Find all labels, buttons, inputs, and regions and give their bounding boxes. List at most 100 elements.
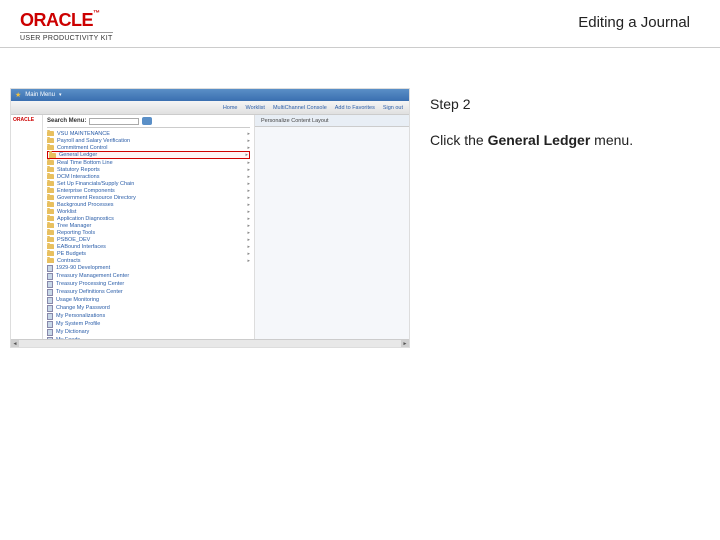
menu-item[interactable]: Real Time Bottom Line▸ <box>47 159 250 166</box>
menu-item[interactable]: DCM Interactions ▸ <box>47 173 250 180</box>
personalize-bar[interactable]: Personalize Content Layout <box>255 115 409 127</box>
menu-item-label: PSBOE_DEV <box>57 237 90 243</box>
nav-home[interactable]: Home <box>223 105 238 111</box>
menu-item-label: Change My Password <box>56 305 110 311</box>
chevron-right-icon: ▸ <box>247 174 250 180</box>
folder-icon <box>47 195 54 200</box>
menu-item[interactable]: Usage Monitoring <box>47 296 250 304</box>
chevron-right-icon: ▸ <box>247 188 250 194</box>
menu-item-label: Treasury Definitions Center <box>56 289 123 295</box>
menu-item[interactable]: Contracts▸ <box>47 257 250 264</box>
menu-item[interactable]: 1929-90 Development <box>47 264 250 272</box>
menu-item-label: VSU MAINTENANCE <box>57 131 110 137</box>
folder-icon <box>47 174 54 179</box>
menu-item[interactable]: Commitment Control▸ <box>47 144 250 151</box>
menu-item-label: My Dictionary <box>56 329 89 335</box>
page-icon <box>47 305 53 312</box>
chevron-right-icon: ▸ <box>247 167 250 173</box>
page-title: Editing a Journal <box>578 14 690 31</box>
chevron-right-icon: ▸ <box>247 258 250 264</box>
page-icon <box>47 329 53 336</box>
ss-menu-panel: Search Menu: VSU MAINTENANCE▸Payroll and… <box>43 115 254 347</box>
menu-item-label: DCM Interactions <box>57 174 100 180</box>
menu-item[interactable]: My Personalizations <box>47 312 250 320</box>
nav-favorites[interactable]: Add to Favorites <box>335 105 375 111</box>
folder-icon <box>47 131 54 136</box>
ss-right-panel: Personalize Content Layout <box>254 115 409 347</box>
menu-item[interactable]: PE Budgets▸ <box>47 250 250 257</box>
menu-item[interactable]: My System Profile <box>47 320 250 328</box>
ss-logo-strip: ORACLE <box>11 115 43 347</box>
instruction-bold: General Ledger <box>488 132 591 148</box>
menu-item-label: My Personalizations <box>56 313 105 319</box>
menu-list: VSU MAINTENANCE▸Payroll and Salary Verif… <box>47 130 250 344</box>
menu-item-label: Treasury Management Center <box>56 273 129 279</box>
search-input[interactable] <box>89 118 139 125</box>
nav-signout[interactable]: Sign out <box>383 105 403 111</box>
folder-icon <box>47 244 54 249</box>
menu-item[interactable]: EABound Interfaces▸ <box>47 243 250 250</box>
menu-item[interactable]: Enterprise Components▸ <box>47 187 250 194</box>
menu-item-label: 1929-90 Development <box>56 265 110 271</box>
nav-multichannel[interactable]: MultiChannel Console <box>273 105 327 111</box>
menu-item-label: General Ledger <box>59 152 97 158</box>
menu-item[interactable]: PSBOE_DEV▸ <box>47 236 250 243</box>
menu-item[interactable]: Treasury Processing Center <box>47 280 250 288</box>
menu-item-label: Background Processes <box>57 202 114 208</box>
menu-item-label: Application Diagnostics <box>57 216 114 222</box>
search-button[interactable] <box>142 117 152 125</box>
page-icon <box>47 313 53 320</box>
folder-icon <box>47 167 54 172</box>
ss-body: ORACLE Search Menu: VSU MAINTENANCE▸Payr… <box>11 115 409 347</box>
scrollbar-horizontal[interactable]: ◄ ► <box>11 339 409 347</box>
chevron-right-icon: ▸ <box>247 223 250 229</box>
page-icon <box>47 289 53 296</box>
search-label: Search Menu: <box>47 118 86 124</box>
page-icon <box>47 297 53 304</box>
menu-item-label: Set Up Financials/Supply Chain <box>57 181 134 187</box>
chevron-right-icon: ▸ <box>247 202 250 208</box>
menu-item[interactable]: Treasury Definitions Center <box>47 288 250 296</box>
menu-item[interactable]: General Ledger▸ <box>47 151 250 159</box>
page-icon <box>47 281 53 288</box>
ss-nav-links: Home Worklist MultiChannel Console Add t… <box>11 101 409 115</box>
nav-worklist[interactable]: Worklist <box>245 105 264 111</box>
ss-main-menu[interactable]: Main Menu <box>25 92 55 98</box>
folder-icon <box>49 153 56 158</box>
menu-item[interactable]: Payroll and Salary Verification▸ <box>47 137 250 144</box>
folder-icon <box>47 258 54 263</box>
folder-icon <box>47 230 54 235</box>
menu-item[interactable]: Treasury Management Center <box>47 272 250 280</box>
menu-item[interactable]: Change My Password <box>47 304 250 312</box>
chevron-right-icon: ▸ <box>247 216 250 222</box>
folder-icon <box>47 138 54 143</box>
chevron-right-icon: ▸ <box>247 138 250 144</box>
menu-item[interactable]: Set Up Financials/Supply Chain▸ <box>47 180 250 187</box>
brand-logo: ORACLE™ <box>20 10 113 31</box>
ss-topbar: ★ Main Menu ▾ <box>11 89 409 101</box>
folder-icon <box>47 216 54 221</box>
menu-item[interactable]: My Dictionary <box>47 328 250 336</box>
menu-item[interactable]: Tree Manager▸ <box>47 222 250 229</box>
ss-search-row: Search Menu: <box>47 117 250 128</box>
scroll-right-icon[interactable]: ► <box>401 340 409 348</box>
folder-icon <box>47 251 54 256</box>
chevron-down-icon: ▾ <box>59 92 62 98</box>
page-icon <box>47 273 53 280</box>
folder-icon <box>47 209 54 214</box>
scroll-left-icon[interactable]: ◄ <box>11 340 19 348</box>
menu-item[interactable]: Reporting Tools▸ <box>47 229 250 236</box>
menu-item[interactable]: VSU MAINTENANCE▸ <box>47 130 250 137</box>
mini-logo: ORACLE <box>13 117 40 123</box>
step-label: Step 2 <box>430 96 690 112</box>
brand-block: ORACLE™ USER PRODUCTIVITY KIT <box>20 10 113 42</box>
menu-item[interactable]: Application Diagnostics ▸ <box>47 215 250 222</box>
menu-item[interactable]: Statutory Reports▸ <box>47 166 250 173</box>
menu-item[interactable]: Worklist▸ <box>47 208 250 215</box>
menu-item[interactable]: Government Resource Directory▸ <box>47 194 250 201</box>
star-icon: ★ <box>15 91 21 99</box>
folder-icon <box>47 181 54 186</box>
header-divider <box>0 47 720 48</box>
menu-item[interactable]: Background Processes ▸ <box>47 201 250 208</box>
chevron-right-icon: ▸ <box>247 145 250 151</box>
